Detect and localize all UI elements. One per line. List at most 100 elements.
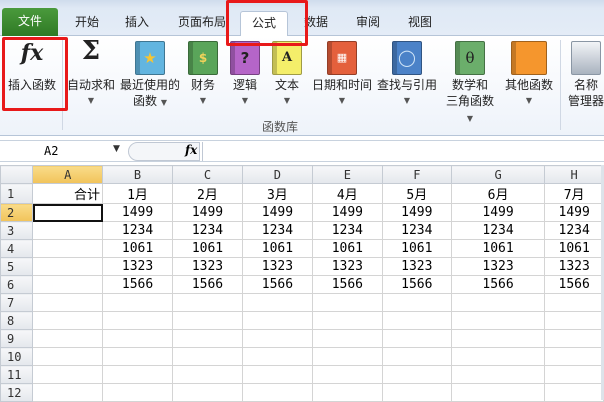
row-header[interactable]: 11	[0, 365, 34, 384]
cell-C4[interactable]: 1061	[172, 239, 243, 258]
cell-C3[interactable]: 1234	[172, 221, 243, 240]
column-header-D[interactable]: D	[241, 165, 313, 184]
cell-E1[interactable]: 4月	[311, 183, 383, 204]
cell-B5[interactable]: 1323	[102, 257, 173, 276]
row-header[interactable]: 1	[0, 183, 34, 204]
cell-A4[interactable]	[32, 239, 104, 258]
name-manager-button[interactable]: 名称 管理器	[564, 38, 604, 109]
tab-home[interactable]: 开始	[62, 11, 112, 36]
cell-F11[interactable]	[381, 365, 452, 384]
cell-H9[interactable]	[544, 329, 604, 348]
cell-B12[interactable]	[102, 383, 173, 402]
cell-E5[interactable]: 1323	[311, 257, 383, 276]
cell-D8[interactable]	[241, 311, 313, 330]
cell-G9[interactable]	[450, 329, 546, 348]
cell-B3[interactable]: 1234	[102, 221, 173, 240]
cell-A7[interactable]	[32, 293, 104, 312]
row-header[interactable]: 3	[0, 221, 34, 240]
cell-C10[interactable]	[172, 347, 243, 366]
cell-B7[interactable]	[102, 293, 173, 312]
cell-H4[interactable]: 1061	[544, 239, 604, 258]
cell-F4[interactable]: 1061	[381, 239, 452, 258]
tab-insert[interactable]: 插入	[112, 11, 162, 36]
cell-C11[interactable]	[172, 365, 243, 384]
cell-G1[interactable]: 6月	[450, 183, 546, 204]
cell-F6[interactable]: 1566	[381, 275, 452, 294]
cell-G6[interactable]: 1566	[450, 275, 546, 294]
row-header[interactable]: 6	[0, 275, 34, 294]
cell-C7[interactable]	[172, 293, 243, 312]
cell-B9[interactable]	[102, 329, 173, 348]
cell-G8[interactable]	[450, 311, 546, 330]
cell-H5[interactable]: 1323	[544, 257, 604, 276]
tab-file[interactable]: 文件	[2, 8, 58, 36]
cell-F1[interactable]: 5月	[381, 183, 452, 204]
cell-E12[interactable]	[311, 383, 383, 402]
cell-C6[interactable]: 1566	[172, 275, 243, 294]
tab-view[interactable]: 视图	[400, 11, 440, 36]
cell-E4[interactable]: 1061	[311, 239, 383, 258]
cell-D6[interactable]: 1566	[241, 275, 313, 294]
insert-function-icon[interactable]: fx	[185, 143, 197, 157]
select-all-corner[interactable]	[0, 165, 34, 184]
row-header[interactable]: 2	[0, 203, 34, 222]
cell-H1[interactable]: 7月	[544, 183, 604, 204]
cell-E8[interactable]	[311, 311, 383, 330]
column-header-G[interactable]: G	[450, 165, 546, 184]
cell-A8[interactable]	[32, 311, 104, 330]
cell-H3[interactable]: 1234	[544, 221, 604, 240]
cell-B4[interactable]: 1061	[102, 239, 173, 258]
cell-H6[interactable]: 1566	[544, 275, 604, 294]
cell-H11[interactable]	[544, 365, 604, 384]
cell-B11[interactable]	[102, 365, 173, 384]
cell-G4[interactable]: 1061	[450, 239, 546, 258]
formula-input[interactable]	[202, 142, 604, 161]
row-header[interactable]: 5	[0, 257, 34, 276]
recent-functions-button[interactable]: ★ 最近使用的 函数 ▼	[118, 38, 182, 111]
name-box[interactable]: A2	[2, 143, 124, 160]
cell-G2[interactable]: 1499	[450, 203, 546, 222]
more-functions-button[interactable]: 其他函数 ▼	[500, 38, 558, 109]
cell-A1[interactable]: 合计	[32, 183, 104, 204]
cell-A2[interactable]	[32, 203, 104, 222]
cell-C9[interactable]	[172, 329, 243, 348]
cell-C12[interactable]	[172, 383, 243, 402]
cell-G11[interactable]	[450, 365, 546, 384]
cell-D11[interactable]	[241, 365, 313, 384]
cell-D7[interactable]	[241, 293, 313, 312]
cell-E2[interactable]: 1499	[311, 203, 383, 222]
cell-H10[interactable]	[544, 347, 604, 366]
column-header-C[interactable]: C	[172, 165, 243, 184]
chevron-down-icon[interactable]: ▼	[113, 144, 120, 154]
cell-B8[interactable]	[102, 311, 173, 330]
cell-A6[interactable]	[32, 275, 104, 294]
cell-H12[interactable]	[544, 383, 604, 402]
cell-H2[interactable]: 1499	[544, 203, 604, 222]
row-header[interactable]: 9	[0, 329, 34, 348]
cell-E6[interactable]: 1566	[311, 275, 383, 294]
cell-E10[interactable]	[311, 347, 383, 366]
cell-D9[interactable]	[241, 329, 313, 348]
cell-F7[interactable]	[381, 293, 452, 312]
cell-D5[interactable]: 1323	[241, 257, 313, 276]
cell-F10[interactable]	[381, 347, 452, 366]
column-header-H[interactable]: H	[544, 165, 604, 184]
row-header[interactable]: 10	[0, 347, 34, 366]
row-header[interactable]: 4	[0, 239, 34, 258]
cell-E11[interactable]	[311, 365, 383, 384]
cell-F12[interactable]	[381, 383, 452, 402]
cell-F8[interactable]	[381, 311, 452, 330]
lookup-reference-button[interactable]: ◯ 查找与引用 ▼	[374, 38, 440, 109]
tab-review[interactable]: 审阅	[348, 11, 388, 36]
cell-D2[interactable]: 1499	[241, 203, 313, 222]
cell-G3[interactable]: 1234	[450, 221, 546, 240]
cell-B6[interactable]: 1566	[102, 275, 173, 294]
cell-D3[interactable]: 1234	[241, 221, 313, 240]
row-header[interactable]: 8	[0, 311, 34, 330]
cell-C2[interactable]: 1499	[172, 203, 243, 222]
financial-button[interactable]: $ 财务 ▼	[186, 38, 220, 109]
text-button[interactable]: A 文本 ▼	[270, 38, 304, 109]
cell-F5[interactable]: 1323	[381, 257, 452, 276]
cell-D1[interactable]: 3月	[241, 183, 313, 204]
date-time-button[interactable]: ▦ 日期和时间 ▼	[310, 38, 374, 109]
